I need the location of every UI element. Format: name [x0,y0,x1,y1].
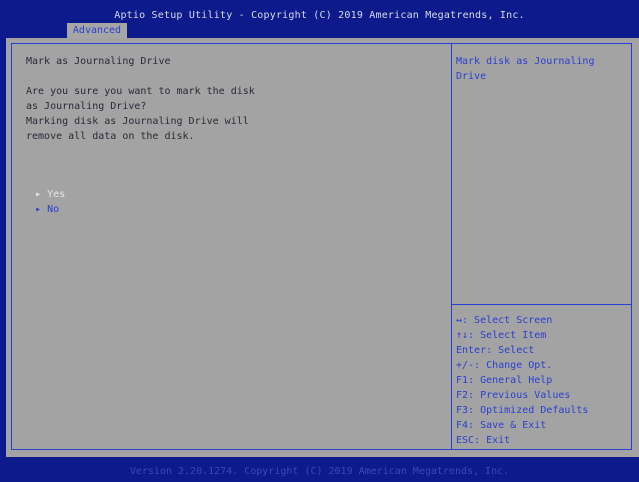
key-select-item: ↑↓: Select Item [456,330,547,341]
page-title: Mark as Journaling Drive [26,56,171,67]
tab-advanced[interactable]: Advanced [67,23,127,38]
key-save-exit: F4: Save & Exit [456,420,547,431]
footer-bar: Version 2.20.1274. Copyright (C) 2019 Am… [0,463,639,482]
key-optimized-defaults: F3: Optimized Defaults [456,405,589,416]
key-select-screen: ↔: Select Screen [456,315,553,326]
horizontal-divider [451,304,632,305]
vertical-divider [451,43,452,450]
key-exit: ESC: Exit [456,435,511,446]
key-previous-values: F2: Previous Values [456,390,571,401]
key-general-help: F1: General Help [456,375,553,386]
help-text: Mark disk as Journaling Drive [456,56,595,82]
option-no[interactable]: ▸ No [11,193,59,226]
key-change-opt: +/-: Change Opt. [456,360,553,371]
question-line-4: remove all data on the disk. [26,131,195,142]
question-line-2: as Journaling Drive? [26,101,147,112]
setup-screen: Mark as Journaling Drive Are you sure yo… [6,38,639,457]
question-line-3: Marking disk as Journaling Drive will [26,116,249,127]
app-title: Aptio Setup Utility - Copyright (C) 2019… [114,10,525,21]
header-bar: Aptio Setup Utility - Copyright (C) 2019… [0,0,639,38]
key-legend: ↔: Select Screen ↑↓: Select Item Enter: … [456,313,588,448]
question-line-1: Are you sure you want to mark the disk [26,86,255,97]
version-text: Version 2.20.1274. Copyright (C) 2019 Am… [129,466,510,477]
arrow-right-icon: ▸ [35,204,42,215]
option-label: No [47,204,60,215]
key-enter-select: Enter: Select [456,345,535,356]
